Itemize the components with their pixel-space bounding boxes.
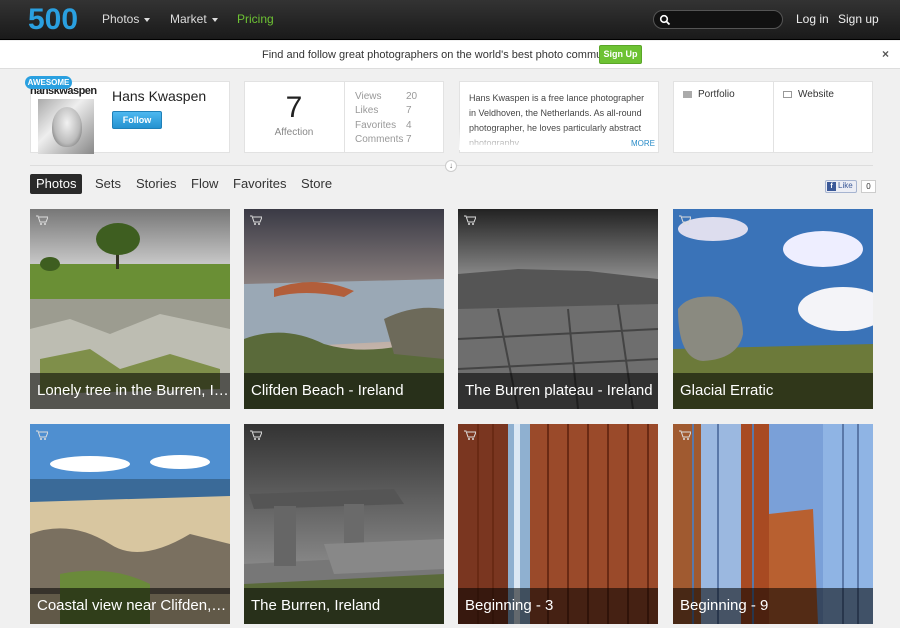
login-link[interactable]: Log in	[796, 12, 829, 26]
tab-sets[interactable]: Sets	[95, 176, 121, 191]
search-input[interactable]	[653, 10, 783, 29]
tab-flow[interactable]: Flow	[191, 176, 218, 191]
bio-more-link[interactable]: MORE	[631, 139, 655, 148]
portfolio-link[interactable]: Portfolio	[683, 89, 735, 100]
logo-500[interactable]: 500	[28, 4, 84, 34]
facebook-like-count: 0	[861, 180, 876, 193]
cart-icon[interactable]	[679, 430, 691, 440]
cart-icon[interactable]	[464, 430, 476, 440]
photo-title: Beginning - 3	[458, 588, 658, 624]
photo-tile[interactable]: The Burren, Ireland	[244, 424, 444, 624]
nav-pricing-link[interactable]: Pricing	[237, 12, 274, 26]
cart-icon[interactable]	[679, 215, 691, 225]
follow-button[interactable]: Follow	[112, 111, 162, 129]
photo-title: The Burren, Ireland	[244, 588, 444, 624]
photo-title: Clifden Beach - Ireland	[244, 373, 444, 409]
nav-market-menu[interactable]: Market	[170, 12, 218, 26]
stat-comments-value: 7	[406, 134, 412, 145]
cart-icon[interactable]	[36, 430, 48, 440]
signup-banner: Find and follow great photographers on t…	[0, 41, 900, 69]
tab-stories[interactable]: Stories	[136, 176, 176, 191]
photo-title: The Burren plateau - Ireland	[458, 373, 658, 409]
cart-icon[interactable]	[464, 215, 476, 225]
photo-tile[interactable]: Beginning - 3	[458, 424, 658, 624]
photo-tile[interactable]: The Burren plateau - Ireland	[458, 209, 658, 409]
expand-arrow-icon[interactable]: ↓	[445, 160, 457, 172]
photo-title: Beginning - 9	[673, 588, 873, 624]
avatar-face	[52, 107, 82, 147]
stat-likes-value: 7	[406, 105, 412, 116]
stat-comments-label: Comments	[355, 134, 404, 145]
tab-photos[interactable]: Photos	[30, 174, 83, 194]
cart-icon[interactable]	[250, 215, 262, 225]
tab-favorites[interactable]: Favorites	[233, 176, 286, 191]
window-icon	[783, 90, 792, 98]
profile-name[interactable]: Hans Kwaspen	[112, 88, 206, 104]
links-divider	[773, 81, 774, 153]
stat-favorites-label: Favorites	[355, 120, 397, 131]
bio-fade	[459, 128, 657, 150]
photo-tile[interactable]: Beginning - 9	[673, 424, 873, 624]
chevron-down-icon	[144, 17, 151, 22]
website-link[interactable]: Website	[783, 89, 834, 100]
cart-icon[interactable]	[250, 430, 262, 440]
search-icon	[659, 14, 671, 26]
nav-photos-menu[interactable]: Photos	[102, 12, 151, 26]
stats-divider	[344, 81, 345, 153]
cart-icon[interactable]	[36, 215, 48, 225]
affection-label: Affection	[274, 127, 314, 138]
banner-signup-button[interactable]: Sign Up	[599, 45, 642, 64]
photo-tile[interactable]: Lonely tree in the Burren, Ireland	[30, 209, 230, 409]
photo-title: Glacial Erratic	[673, 373, 873, 409]
photo-tile[interactable]: Clifden Beach - Ireland	[244, 209, 444, 409]
facebook-icon: f	[827, 182, 836, 191]
briefcase-icon	[683, 90, 692, 98]
photo-tile[interactable]: Coastal view near Clifden, Ireland	[30, 424, 230, 624]
stat-views-value: 20	[406, 91, 418, 102]
facebook-like-button[interactable]: f Like	[825, 180, 857, 193]
affection-value: 7	[285, 91, 303, 124]
stat-favorites-value: 4	[406, 120, 412, 131]
svg-text:500: 500	[28, 4, 78, 34]
tab-store[interactable]: Store	[301, 176, 332, 191]
awesome-badge: AWESOME	[25, 76, 72, 89]
stat-likes-label: Likes	[355, 105, 379, 116]
photo-tile[interactable]: Glacial Erratic	[673, 209, 873, 409]
close-icon[interactable]: ×	[882, 47, 889, 61]
signup-link[interactable]: Sign up	[838, 12, 879, 26]
stat-views-label: Views	[355, 91, 382, 102]
avatar[interactable]	[38, 99, 94, 154]
photo-title: Coastal view near Clifden, Ireland	[30, 588, 230, 624]
chevron-down-icon	[211, 17, 218, 22]
photo-title: Lonely tree in the Burren, Ireland	[30, 373, 230, 409]
banner-text: Find and follow great photographers on t…	[262, 49, 622, 61]
